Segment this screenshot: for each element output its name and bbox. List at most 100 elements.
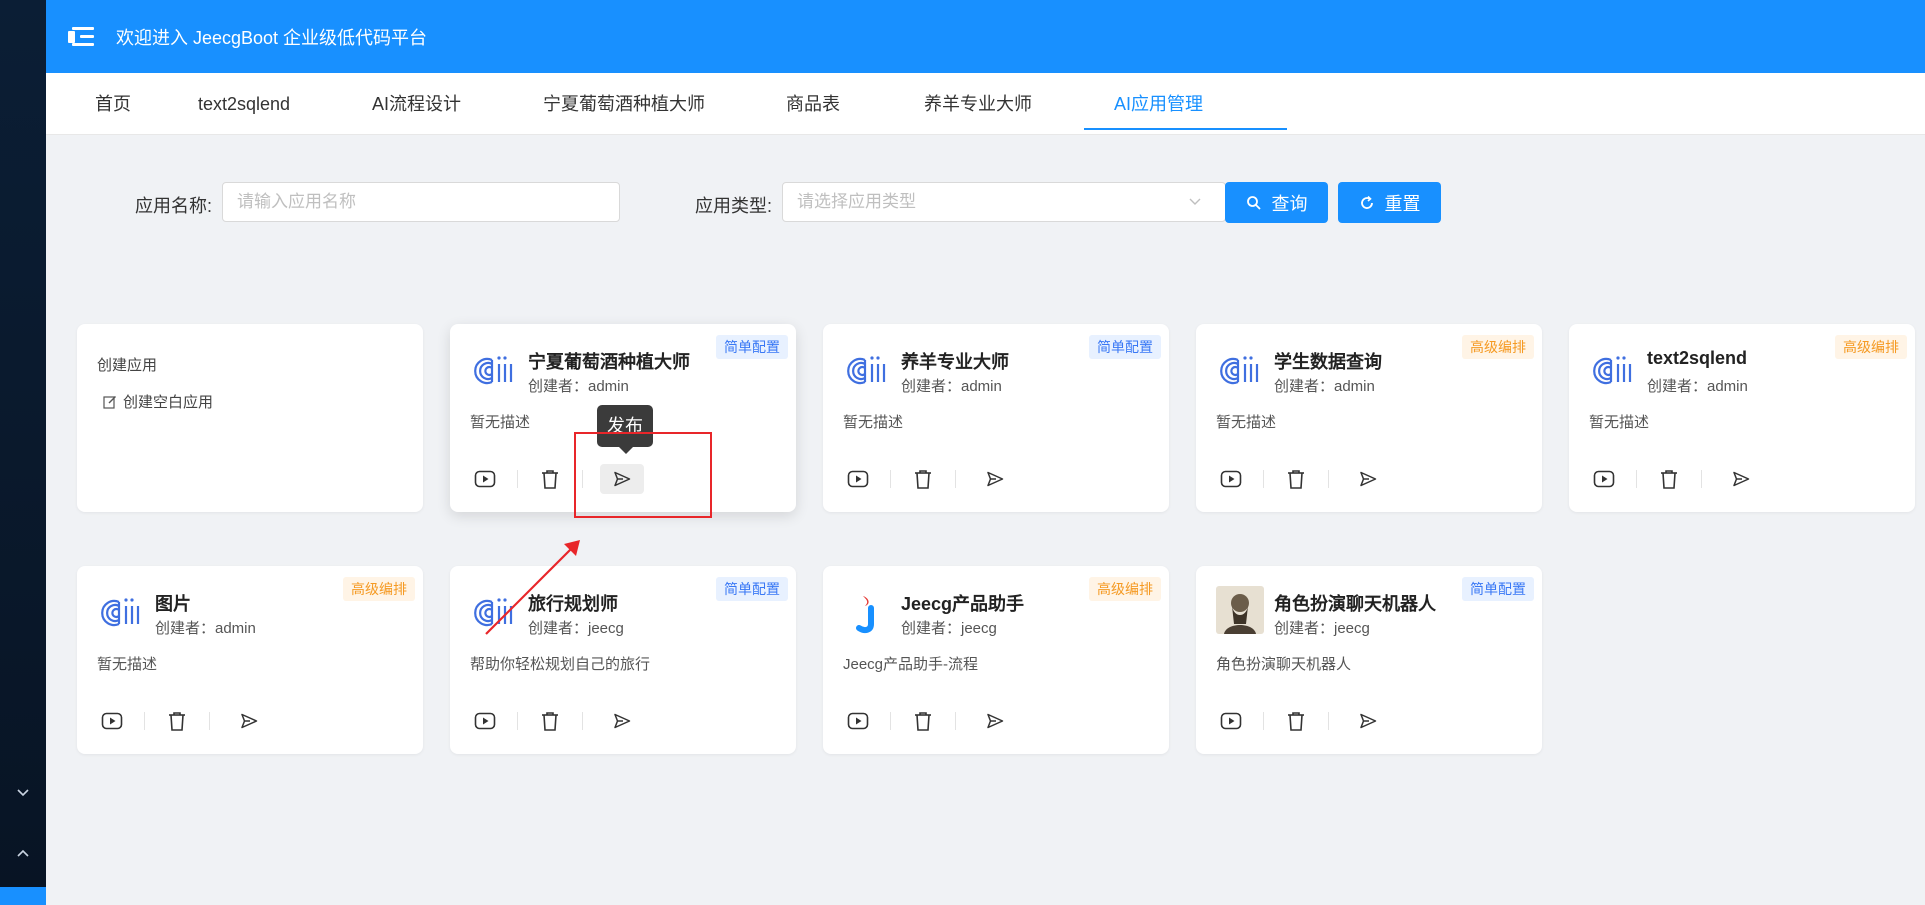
delete-icon[interactable] <box>908 706 938 736</box>
publish-icon[interactable] <box>227 706 271 736</box>
app-name-input[interactable] <box>222 182 620 222</box>
ai-logo-icon <box>845 352 889 396</box>
app-type-tag: 高级编排 <box>343 577 415 601</box>
reset-button[interactable]: 重置 <box>1338 182 1441 223</box>
query-button[interactable]: 查询 <box>1225 182 1328 223</box>
tab-products[interactable]: 商品表 <box>786 73 840 135</box>
card-actions <box>470 706 644 736</box>
delete-icon[interactable] <box>535 464 565 494</box>
divider <box>144 712 145 730</box>
ai-logo-icon <box>1218 352 1262 396</box>
reload-icon <box>1360 195 1373 209</box>
ai-logo-icon <box>472 352 516 396</box>
reset-label: 重置 <box>1384 193 1421 214</box>
chevron-down-icon[interactable] <box>0 778 46 808</box>
app-creator: 创建者：jeecg <box>901 620 997 637</box>
query-label: 查询 <box>1271 193 1308 214</box>
annotation-highlight-box <box>574 432 712 518</box>
create-blank-app-button[interactable]: 创建空白应用 <box>103 391 213 412</box>
app-creator: 创建者：admin <box>1647 378 1748 395</box>
divider <box>1263 712 1264 730</box>
app-name-label: 应用名称: <box>135 196 213 216</box>
tab-ai-flow-design[interactable]: AI流程设计 <box>372 73 461 135</box>
app-card[interactable]: 简单配置 角色扮演聊天机器人 创建者：jeecg 角色扮演聊天机器人 <box>1196 566 1542 754</box>
delete-icon[interactable] <box>908 464 938 494</box>
delete-icon[interactable] <box>1281 464 1311 494</box>
play-icon[interactable] <box>470 706 500 736</box>
tab-bar: 首页 text2sqlend AI流程设计 宁夏葡萄酒种植大师 商品表 养羊专业… <box>46 73 1925 135</box>
jeecg-logo-icon <box>845 590 889 634</box>
app-name: 角色扮演聊天机器人 <box>1274 594 1436 614</box>
create-app-card: 创建应用 创建空白应用 <box>77 324 423 512</box>
delete-icon[interactable] <box>162 706 192 736</box>
sidebar <box>0 0 46 905</box>
app-description: 暂无描述 <box>470 414 531 431</box>
divider <box>955 712 956 730</box>
divider <box>1328 470 1329 488</box>
ai-logo-icon <box>1591 352 1635 396</box>
card-actions <box>843 464 1017 494</box>
tab-text2sqlend[interactable]: text2sqlend <box>198 73 290 135</box>
divider <box>890 712 891 730</box>
divider <box>955 470 956 488</box>
publish-icon[interactable] <box>1346 464 1390 494</box>
tab-sheep-master[interactable]: 养羊专业大师 <box>924 73 1032 135</box>
divider <box>1636 470 1637 488</box>
app-name: 养羊专业大师 <box>901 352 1009 372</box>
delete-icon[interactable] <box>535 706 565 736</box>
publish-icon[interactable] <box>600 706 644 736</box>
app-card[interactable]: 高级编排 Jeecg产品助手 创建者：jeecg Jeecg产品助手-流程 <box>823 566 1169 754</box>
play-icon[interactable] <box>470 464 500 494</box>
tab-home[interactable]: 首页 <box>95 73 131 135</box>
app-name: 宁夏葡萄酒种植大师 <box>528 352 690 372</box>
play-icon[interactable] <box>1216 706 1246 736</box>
app-creator: 创建者：admin <box>1274 378 1375 395</box>
create-app-title: 创建应用 <box>97 357 158 374</box>
delete-icon[interactable] <box>1281 706 1311 736</box>
search-form: 应用名称: 应用类型: 请选择应用类型 查询 重置 <box>46 135 1925 265</box>
chevron-up-icon[interactable] <box>0 838 46 868</box>
app-card[interactable]: 简单配置 养羊专业大师 创建者：admin 暂无描述 <box>823 324 1169 512</box>
sidebar-active-indicator <box>0 887 46 905</box>
play-icon[interactable] <box>97 706 127 736</box>
divider <box>209 712 210 730</box>
app-description: 暂无描述 <box>1589 414 1650 431</box>
app-name: 图片 <box>155 594 191 614</box>
menu-fold-icon[interactable] <box>68 25 94 49</box>
delete-icon[interactable] <box>1654 464 1684 494</box>
card-actions <box>97 706 271 736</box>
tab-wine-master[interactable]: 宁夏葡萄酒种植大师 <box>543 73 705 135</box>
play-icon[interactable] <box>1589 464 1619 494</box>
divider <box>1328 712 1329 730</box>
divider <box>517 712 518 730</box>
card-actions <box>1216 706 1390 736</box>
publish-icon[interactable] <box>973 706 1017 736</box>
app-description: 暂无描述 <box>97 656 158 673</box>
app-type-label: 应用类型: <box>695 196 773 216</box>
divider <box>582 712 583 730</box>
annotation-arrow <box>485 540 580 635</box>
app-type-placeholder: 请选择应用类型 <box>797 192 916 211</box>
app-card[interactable]: 高级编排图片创建者：admin 暂无描述 <box>77 566 423 754</box>
tab-ai-app-management[interactable]: AI应用管理 <box>1083 73 1288 135</box>
publish-icon[interactable] <box>1719 464 1763 494</box>
app-description: Jeecg产品助手-流程 <box>843 656 979 673</box>
app-description: 角色扮演聊天机器人 <box>1216 656 1352 673</box>
app-name: Jeecg产品助手 <box>901 594 1025 614</box>
play-icon[interactable] <box>843 464 873 494</box>
publish-icon[interactable] <box>973 464 1017 494</box>
app-name: text2sqlend <box>1647 348 1748 368</box>
app-type-tag: 高级编排 <box>1089 577 1161 601</box>
app-card[interactable]: 高级编排 text2sqlend 创建者：admin 暂无描述 <box>1569 324 1915 512</box>
card-actions <box>1216 464 1390 494</box>
app-type-select[interactable]: 请选择应用类型 <box>782 182 1226 222</box>
play-icon[interactable] <box>843 706 873 736</box>
publish-icon[interactable] <box>1346 706 1390 736</box>
portrait-avatar-icon <box>1216 586 1264 634</box>
play-icon[interactable] <box>1216 464 1246 494</box>
card-actions <box>843 706 1017 736</box>
app-type-tag: 简单配置 <box>716 335 788 359</box>
edit-icon <box>103 395 116 409</box>
app-card[interactable]: 高级编排 学生数据查询 创建者：admin 暂无描述 <box>1196 324 1542 512</box>
app-creator: 创建者：admin <box>155 620 256 637</box>
